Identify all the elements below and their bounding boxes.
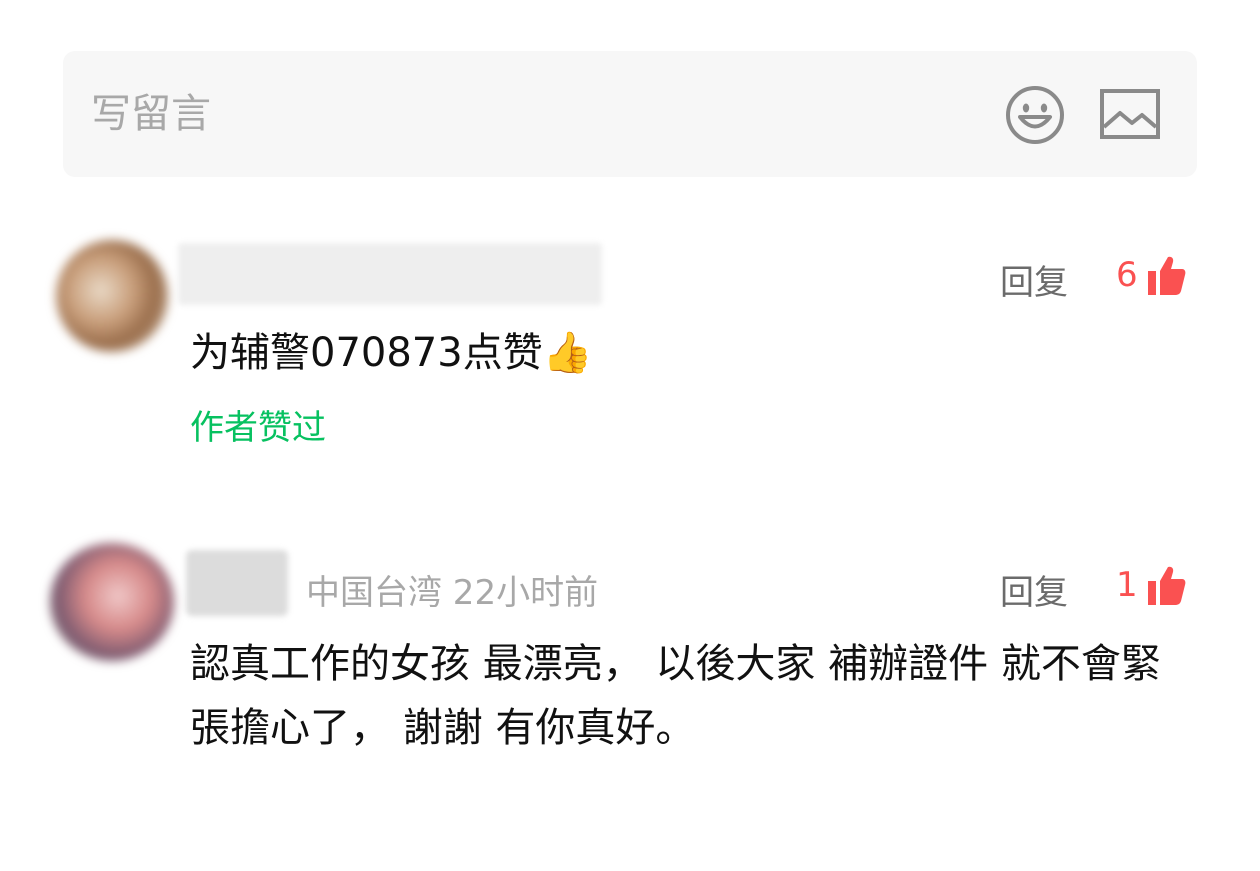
reply-button[interactable]: 回复 <box>1000 255 1068 304</box>
location-time: 中国台湾 22小时前 <box>306 573 599 613</box>
like-count: 1 <box>1116 565 1138 605</box>
comment-text: 認真工作的女孩 最漂亮， 以後大家 補辦證件 就不會緊張擔心了， 謝謝 有你真好… <box>190 641 1161 751</box>
comment-compose-bar[interactable] <box>63 51 1197 177</box>
comment-input[interactable] <box>91 84 691 144</box>
picture-icon[interactable] <box>1100 89 1160 139</box>
username-blurred[interactable] <box>178 243 602 305</box>
username-blurred[interactable] <box>186 550 288 616</box>
like-button[interactable]: 1 <box>1116 562 1186 608</box>
like-count: 6 <box>1116 255 1138 295</box>
avatar[interactable] <box>56 240 168 352</box>
thumbs-up-icon <box>1147 256 1186 295</box>
like-button[interactable]: 6 <box>1116 252 1186 298</box>
avatar[interactable] <box>50 543 174 661</box>
author-liked-badge: 作者赞过 <box>190 408 326 448</box>
reply-button[interactable]: 回复 <box>1000 565 1068 614</box>
comment-text: 为辅警070873点赞👍 <box>190 330 593 376</box>
thumbs-up-icon <box>1147 566 1186 605</box>
smiley-face-icon[interactable] <box>1004 84 1066 146</box>
